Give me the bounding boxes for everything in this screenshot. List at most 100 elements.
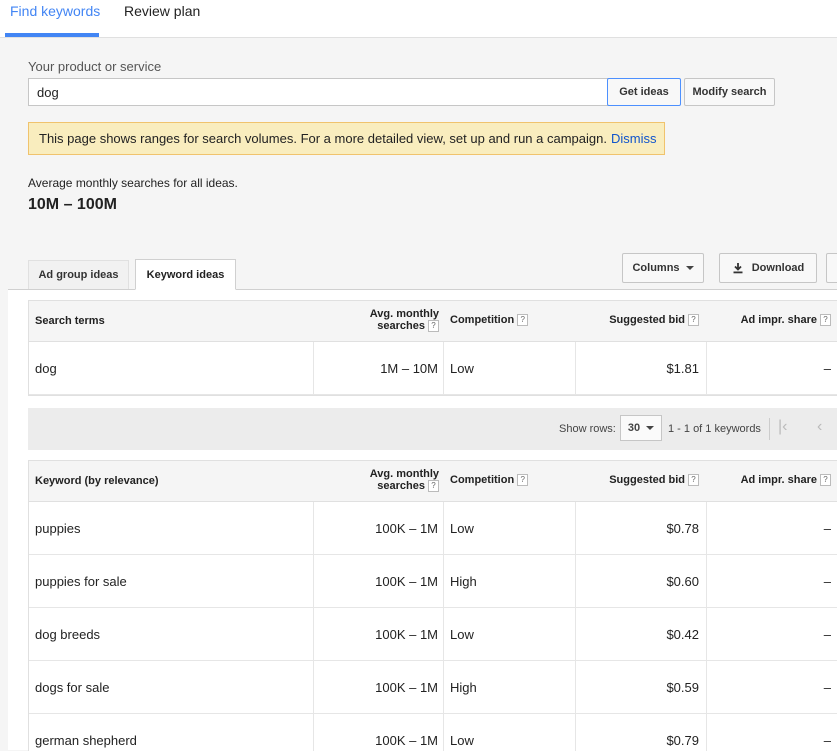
column-divider — [575, 555, 576, 607]
download-button[interactable]: Download — [719, 253, 817, 283]
rows-per-page-select[interactable]: 30 — [620, 415, 662, 441]
search-volume-notice: This page shows ranges for search volume… — [28, 122, 665, 155]
table-header: Search terms Avg. monthly searches? Comp… — [29, 301, 837, 342]
column-divider — [443, 555, 444, 607]
competition-header-label: Competition — [450, 314, 515, 326]
column-keyword[interactable]: Keyword (by relevance) — [35, 475, 159, 487]
search-terms-table: Search terms Avg. monthly searches? Comp… — [28, 300, 837, 396]
first-page-icon[interactable]: |‹ — [778, 418, 787, 436]
table-row: german shepherd 100K – 1M Low $0.79 – — [29, 714, 837, 751]
keyword-cell: dog — [35, 360, 57, 376]
prev-page-icon[interactable]: ‹ — [817, 418, 822, 436]
keyword-cell: puppies — [35, 520, 81, 536]
impr-share-cell: – — [823, 732, 831, 748]
columns-button[interactable]: Columns — [622, 253, 704, 283]
help-icon[interactable]: ? — [428, 480, 439, 493]
pagination-range: 1 - 1 of 1 keywords — [668, 423, 761, 435]
column-ad-impr-share[interactable]: Ad impr. share? — [735, 474, 831, 487]
chevron-down-icon — [685, 266, 694, 270]
avg-searches-cell: 1M – 10M — [380, 360, 438, 376]
tab-keyword-ideas[interactable]: Keyword ideas — [135, 259, 236, 290]
table-row: puppies 100K – 1M Low $0.78 – — [29, 502, 837, 555]
show-rows-label: Show rows: — [559, 423, 616, 435]
column-divider — [706, 608, 707, 660]
bid-cell: $0.59 — [666, 679, 699, 695]
impr-header-label: Ad impr. share — [740, 474, 817, 486]
keyword-cell: german shepherd — [35, 732, 137, 748]
column-divider — [706, 342, 707, 394]
column-avg-monthly[interactable]: Avg. monthly searches? — [349, 308, 439, 333]
tab-ad-group-ideas[interactable]: Ad group ideas — [28, 260, 129, 289]
competition-cell: High — [450, 679, 477, 695]
average-searches-value: 10M – 100M — [28, 196, 117, 213]
impr-share-cell: – — [823, 626, 831, 642]
column-competition[interactable]: Competition? — [450, 314, 529, 327]
column-competition[interactable]: Competition? — [450, 474, 529, 487]
keyword-cell: puppies for sale — [35, 573, 127, 589]
keyword-cell: dogs for sale — [35, 679, 110, 695]
column-divider — [706, 714, 707, 751]
bid-header-label: Suggested bid — [609, 314, 685, 326]
column-divider — [313, 661, 314, 713]
download-icon — [733, 263, 743, 274]
column-divider — [706, 661, 707, 713]
help-icon[interactable]: ? — [820, 314, 831, 327]
competition-cell: Low — [450, 360, 474, 376]
impr-share-cell: – — [823, 573, 831, 589]
competition-cell: Low — [450, 520, 474, 536]
avg-header-line1: Avg. monthly — [369, 468, 439, 480]
column-divider — [443, 608, 444, 660]
column-divider — [313, 555, 314, 607]
dismiss-link[interactable]: Dismiss — [611, 131, 657, 146]
product-service-input[interactable] — [28, 78, 610, 106]
tab-find-keywords[interactable]: Find keywords — [10, 3, 100, 19]
column-divider — [443, 661, 444, 713]
product-service-label: Your product or service — [28, 59, 162, 74]
column-avg-monthly[interactable]: Avg. monthly searches? — [349, 468, 439, 493]
help-icon[interactable]: ? — [517, 474, 529, 487]
rows-per-page-value: 30 — [627, 422, 641, 434]
bid-cell: $0.60 — [666, 573, 699, 589]
impr-share-cell: – — [823, 520, 831, 536]
column-divider — [443, 342, 444, 394]
column-divider — [313, 608, 314, 660]
modify-search-button[interactable]: Modify search — [684, 78, 775, 106]
bid-header-label: Suggested bid — [609, 474, 685, 486]
competition-cell: Low — [450, 626, 474, 642]
column-divider — [313, 502, 314, 554]
table-row: dogs for sale 100K – 1M High $0.59 – — [29, 661, 837, 714]
competition-cell: High — [450, 573, 477, 589]
average-searches-label: Average monthly searches for all ideas. — [28, 176, 238, 190]
table-row: dog breeds 100K – 1M Low $0.42 – — [29, 608, 837, 661]
column-divider — [313, 714, 314, 751]
impr-share-cell: – — [823, 679, 831, 695]
competition-cell: Low — [450, 732, 474, 748]
help-icon[interactable]: ? — [517, 314, 529, 327]
column-suggested-bid[interactable]: Suggested bid? — [589, 314, 699, 327]
keyword-cell: dog breeds — [35, 626, 101, 642]
help-icon[interactable]: ? — [820, 474, 831, 487]
help-icon[interactable]: ? — [428, 320, 439, 333]
column-ad-impr-share[interactable]: Ad impr. share? — [735, 314, 831, 327]
download-label: Download — [751, 262, 805, 274]
top-navigation: Find keywords Review plan — [0, 0, 837, 37]
column-search-terms[interactable]: Search terms — [35, 315, 105, 327]
avg-header-line2: searches — [377, 480, 425, 492]
table-header: Keyword (by relevance) Avg. monthly sear… — [29, 461, 837, 502]
get-ideas-button[interactable]: Get ideas — [607, 78, 681, 106]
help-icon[interactable]: ? — [688, 314, 699, 327]
column-suggested-bid[interactable]: Suggested bid? — [589, 474, 699, 487]
impr-share-cell: – — [823, 360, 831, 376]
pager-divider — [769, 418, 770, 440]
notice-text: This page shows ranges for search volume… — [39, 131, 607, 146]
avg-searches-cell: 100K – 1M — [375, 679, 438, 695]
help-icon[interactable]: ? — [688, 474, 699, 487]
keyword-ideas-table: Keyword (by relevance) Avg. monthly sear… — [28, 460, 837, 751]
tab-review-plan[interactable]: Review plan — [124, 3, 200, 19]
more-options-button[interactable] — [826, 253, 837, 283]
impr-header-label: Ad impr. share — [740, 314, 817, 326]
column-divider — [706, 555, 707, 607]
avg-header-line2: searches — [377, 320, 425, 332]
chevron-down-icon — [646, 426, 655, 430]
column-divider — [575, 608, 576, 660]
